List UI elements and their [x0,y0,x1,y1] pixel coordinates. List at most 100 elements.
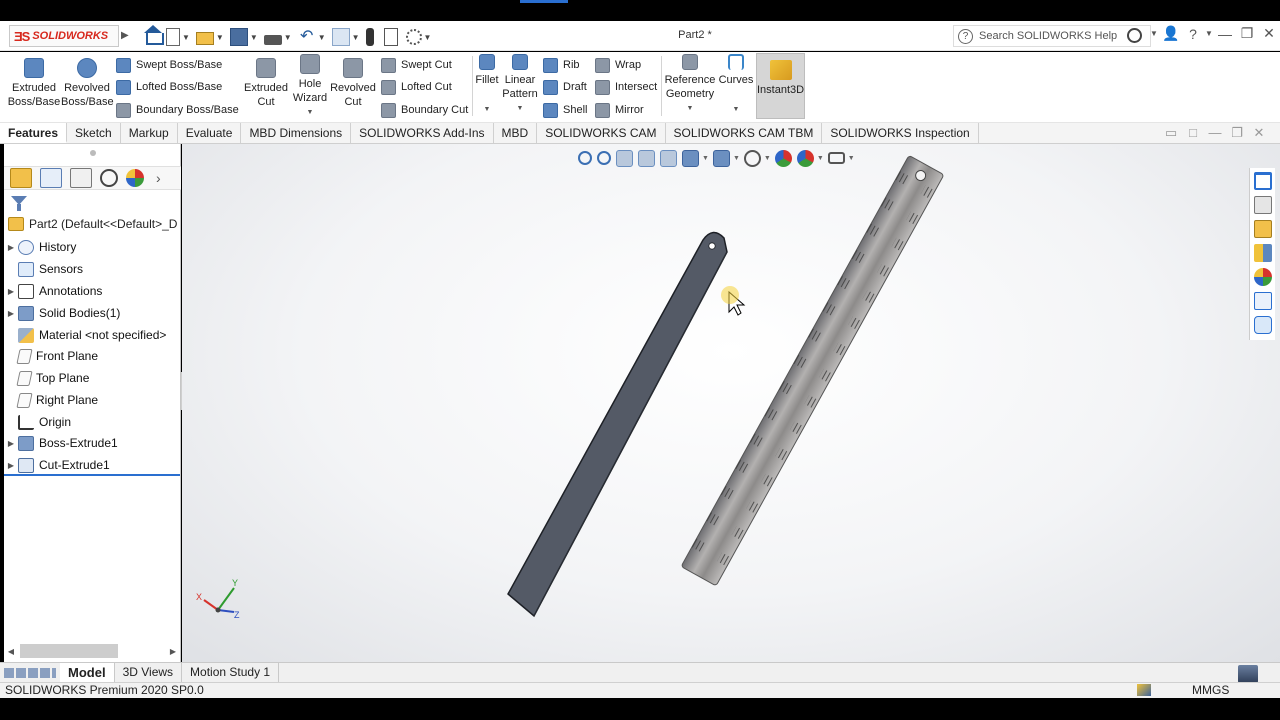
revolved-boss-button[interactable]: Revolved Boss/Base [61,58,114,109]
solidworks-logo-button[interactable]: ƎS SOLIDWORKS [9,25,119,47]
tab-solidworks-add-ins[interactable]: SOLIDWORKS Add-Ins [351,123,494,143]
tab-features[interactable]: Features [0,123,68,143]
rollback-bar[interactable] [4,474,180,476]
restore-button[interactable]: ❐ [1236,25,1258,42]
graphics-viewport[interactable]: ▼ ▼ ▼ ▼ ▼ Y X Z [182,144,1280,662]
mirror-button[interactable]: Mirror [595,101,644,119]
boundary-boss-button[interactable]: Boundary Boss/Base [116,101,239,119]
chevron-down-icon[interactable]: ▼ [182,33,190,42]
forum-icon[interactable] [1253,316,1272,334]
custom-properties-icon[interactable] [1253,292,1272,310]
chevron-down-icon[interactable]: ▼ [502,102,538,116]
chevron-down-icon[interactable]: ▼ [288,106,332,120]
swept-cut-button[interactable]: Swept Cut [381,56,452,74]
tab-solidworks-cam-tbm[interactable]: SOLIDWORKS CAM TBM [666,123,823,143]
tree-item-sensors[interactable]: Sensors [4,259,180,279]
home-icon[interactable] [144,25,164,45]
gear-icon[interactable] [405,29,422,45]
scroll-right-icon[interactable]: ▶ [166,647,180,656]
expand-arrow-icon[interactable]: ▶ [4,243,18,252]
chevron-down-icon[interactable]: ▼ [664,102,716,116]
chevron-down-icon[interactable]: ▼ [1204,29,1214,38]
minimize-button[interactable]: — [1214,26,1236,42]
chevron-down-icon[interactable]: ▼ [318,33,326,42]
tree-item-annotations[interactable]: ▶ Annotations [4,281,180,301]
minimize-icon[interactable]: — [1204,125,1226,141]
intersect-button[interactable]: Intersect [595,78,657,96]
instant3d-button[interactable]: Instant3D [756,53,805,119]
restore-icon[interactable]: ❐ [1226,125,1248,141]
chevron-down-icon[interactable]: ▼ [424,33,432,42]
chevron-down-icon[interactable]: ▼ [717,103,755,117]
tab-model[interactable]: Model [60,663,115,682]
panel-horizontal-scrollbar[interactable]: ◀ ▶ [4,642,180,660]
tree-item-right-plane[interactable]: Right Plane [4,390,180,410]
tab-evaluate[interactable]: Evaluate [178,123,242,143]
reference-geometry-button[interactable]: Reference Geometry ▼ [664,54,716,116]
display-manager-icon[interactable] [126,169,144,187]
file-properties-icon[interactable] [383,28,398,46]
expand-arrow-icon[interactable]: ▶ [4,309,18,318]
tab-motion-study-1[interactable]: Motion Study 1 [182,663,280,682]
open-folder-icon[interactable] [195,32,214,45]
help-menu-icon[interactable]: ? [1182,26,1204,42]
chevron-down-icon[interactable]: ▼ [352,33,360,42]
wrap-button[interactable]: Wrap [595,56,641,74]
unit-system-selector[interactable]: MMGS [1192,683,1229,698]
tree-item-solid-bodies[interactable]: ▶ Solid Bodies(1) [4,303,180,323]
chevron-down-icon[interactable]: ▼ [473,103,501,117]
shell-button[interactable]: Shell [543,101,587,119]
tab-solidworks-inspection[interactable]: SOLIDWORKS Inspection [822,123,979,143]
filter-icon[interactable] [10,194,28,212]
tree-item-front-plane[interactable]: Front Plane [4,346,180,366]
curves-button[interactable]: Curves ▼ [717,54,755,117]
tile-icon[interactable]: ▭ [1160,125,1182,141]
tab-mbd[interactable]: MBD [494,123,538,143]
fillet-button[interactable]: Fillet ▼ [473,54,501,117]
chevron-right-icon[interactable]: › [156,170,161,186]
revolved-cut-button[interactable]: Revolved Cut [329,58,377,109]
tree-item-history[interactable]: ▶ History [4,237,180,257]
boundary-cut-button[interactable]: Boundary Cut [381,101,468,119]
lofted-boss-button[interactable]: Lofted Boss/Base [116,78,222,96]
tree-item-material[interactable]: Material <not specified> [4,325,180,345]
dimxpert-manager-icon[interactable] [100,169,118,187]
tab-markup[interactable]: Markup [121,123,178,143]
property-manager-icon[interactable] [40,168,62,188]
scroll-thumb[interactable] [20,644,118,658]
tree-item-boss-extrude1[interactable]: ▶ Boss-Extrude1 [4,433,180,453]
tab-scroll-arrows-icon[interactable] [4,667,56,678]
help-search-input[interactable]: ? Search SOLIDWORKS Help [953,25,1151,47]
tree-root-part[interactable]: Part2 (Default<<Default>_D [8,217,180,231]
user-icon[interactable]: 👤 [1160,25,1182,42]
draft-button[interactable]: Draft [543,78,587,96]
tab-3d-views[interactable]: 3D Views [115,663,183,682]
expand-arrow-icon[interactable]: ▶ [4,287,18,296]
scroll-left-icon[interactable]: ◀ [4,647,18,656]
print-icon[interactable] [263,34,282,45]
chevron-down-icon[interactable]: ▼ [250,33,258,42]
rebuild-status-icon[interactable] [1137,684,1151,696]
new-document-icon[interactable] [166,28,180,46]
tab-sketch[interactable]: Sketch [67,123,121,143]
chevron-down-icon[interactable]: ▼ [216,33,224,42]
search-icon[interactable] [1127,28,1142,43]
tree-item-top-plane[interactable]: Top Plane [4,368,180,388]
maximize-icon[interactable]: □ [1182,125,1204,141]
tree-item-cut-extrude1[interactable]: ▶ Cut-Extrude1 [4,455,180,475]
feature-manager-icon[interactable] [10,168,32,188]
extruded-cut-button[interactable]: Extruded Cut [241,58,291,109]
menu-flyout-arrow-icon[interactable]: ▶ [121,30,129,41]
undo-icon[interactable]: ↶ [298,28,316,46]
expand-arrow-icon[interactable]: ▶ [4,461,18,470]
rib-button[interactable]: Rib [543,56,580,74]
chevron-down-icon[interactable]: ▼ [284,33,292,42]
rebuild-traffic-light-icon[interactable] [365,28,374,46]
close-icon[interactable]: ✕ [1248,125,1270,141]
lofted-cut-button[interactable]: Lofted Cut [381,78,452,96]
close-button[interactable]: ✕ [1258,25,1280,42]
design-library-icon[interactable] [1253,196,1272,214]
tab-solidworks-cam[interactable]: SOLIDWORKS CAM [537,123,666,143]
linear-pattern-button[interactable]: Linear Pattern ▼ [502,54,538,116]
extruded-boss-button[interactable]: Extruded Boss/Base [6,58,62,109]
